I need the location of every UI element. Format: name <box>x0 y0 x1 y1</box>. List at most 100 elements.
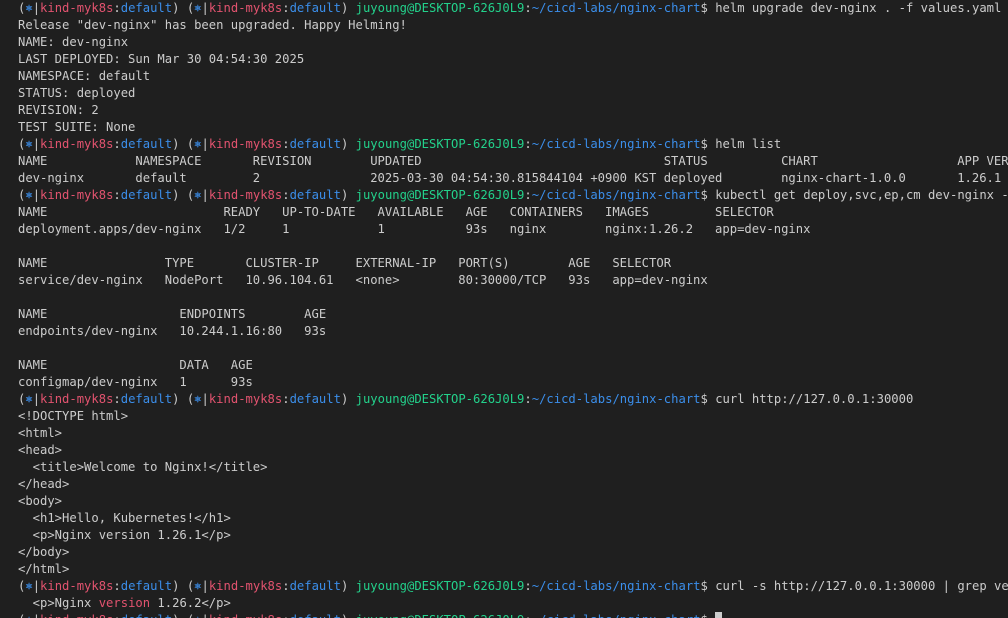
output-line: <html> <box>0 425 1008 442</box>
prompt-cluster: kind-myk8s <box>40 613 113 618</box>
kubernetes-helm-icon: ⎈ <box>25 579 33 593</box>
prompt-user-host: juyoung@DESKTOP-626J0L9 <box>355 579 525 593</box>
output-text: <title>Welcome to Nginx!</title> <box>18 460 268 474</box>
prompt-cluster: kind-myk8s <box>208 188 283 202</box>
prompt-user-host: juyoung@DESKTOP-626J0L9 <box>355 188 525 202</box>
prompt-separator: | <box>201 1 209 15</box>
output-text: <!DOCTYPE html> <box>18 409 129 423</box>
prompt-colon: : <box>524 137 532 151</box>
prompt-namespace: default <box>120 137 173 151</box>
output-line: </html> <box>0 561 1008 578</box>
output-line: </head> <box>0 476 1008 493</box>
output-text: configmap/dev-nginx 1 93s <box>18 375 253 389</box>
command-text: helm upgrade dev-nginx . -f values.yaml <box>715 1 1002 15</box>
prompt-line: (⎈|kind-myk8s:default) (⎈|kind-myk8s:def… <box>0 391 1008 408</box>
prompt-colon: : <box>524 188 532 202</box>
prompt-namespace: default <box>289 392 341 406</box>
prompt-colon: : <box>113 613 120 618</box>
prompt-separator: | <box>32 392 41 406</box>
output-text: NAME ENDPOINTS AGE <box>18 307 327 321</box>
output-text: <head> <box>18 443 63 457</box>
prompt-separator: | <box>202 613 209 618</box>
prompt-path: ~/cicd-labs/nginx-chart <box>531 137 701 151</box>
output-text: LAST DEPLOYED: Sun Mar 30 04:54:30 2025 <box>18 52 305 66</box>
output-line: deployment.apps/dev-nginx 1/2 1 1 93s ng… <box>0 221 1008 238</box>
kubernetes-helm-icon: ⎈ <box>25 137 33 151</box>
prompt-namespace: default <box>121 613 172 618</box>
output-line: TEST SUITE: None <box>0 119 1008 136</box>
output-text: NAME: dev-nginx <box>18 35 129 49</box>
output-text: </html> <box>18 562 70 576</box>
prompt-dollar: $ <box>700 188 716 202</box>
output-line: NAMESPACE: default <box>0 68 1008 85</box>
prompt-namespace: default <box>120 188 173 202</box>
prompt-colon: : <box>524 392 532 406</box>
prompt-line: (⎈|kind-myk8s:default) (⎈|kind-myk8s:def… <box>0 0 1008 17</box>
prompt-colon: : <box>282 1 290 15</box>
output-text: REVISION: 2 <box>18 103 99 117</box>
prompt-cluster: kind-myk8s <box>208 392 283 406</box>
prompt-dollar: $ <box>700 137 716 151</box>
text-cursor <box>715 612 723 618</box>
prompt-namespace: default <box>290 613 341 618</box>
prompt-dollar: $ <box>700 1 716 15</box>
prompt-separator: | <box>201 188 209 202</box>
prompt-namespace: default <box>289 579 341 593</box>
prompt-colon: : <box>113 579 121 593</box>
prompt-line: (⎈|kind-myk8s:default) (⎈|kind-myk8s:def… <box>0 136 1008 153</box>
prompt-colon: : <box>282 137 290 151</box>
output-text: NAME READY UP-TO-DATE AVAILABLE AGE CONT… <box>18 205 774 219</box>
output-line: <head> <box>0 442 1008 459</box>
output-line: </body> <box>0 544 1008 561</box>
output-text: NAME NAMESPACE REVISION UPDATED STATUS C… <box>18 154 1008 168</box>
output-text: 1.26.2</p> <box>150 596 231 610</box>
prompt-colon: : <box>282 579 290 593</box>
output-text: </head> <box>18 477 70 491</box>
kubernetes-helm-icon: ⎈ <box>25 613 32 618</box>
output-line: <!DOCTYPE html> <box>0 408 1008 425</box>
output-line: LAST DEPLOYED: Sun Mar 30 04:54:30 2025 <box>0 51 1008 68</box>
prompt-namespace: default <box>289 188 341 202</box>
terminal-window[interactable]: (⎈|kind-myk8s:default) (⎈|kind-myk8s:def… <box>0 0 1008 618</box>
prompt-namespace: default <box>120 579 173 593</box>
prompt-separator: | <box>32 579 41 593</box>
output-text: dev-nginx default 2 2025-03-30 04:54:30.… <box>18 171 1002 185</box>
prompt-namespace: default <box>120 392 173 406</box>
output-line: NAME TYPE CLUSTER-IP EXTERNAL-IP PORT(S)… <box>0 255 1008 272</box>
prompt-cluster: kind-myk8s <box>208 137 283 151</box>
prompt-colon: : <box>113 137 121 151</box>
output-line: NAME: dev-nginx <box>0 34 1008 51</box>
prompt-separator: | <box>201 137 209 151</box>
output-text: endpoints/dev-nginx 10.244.1.16:80 93s <box>18 324 327 338</box>
command-text: kubectl get deploy,svc,ep,cm dev-nginx -… <box>715 188 1008 202</box>
output-line: NAME NAMESPACE REVISION UPDATED STATUS C… <box>0 153 1008 170</box>
prompt-colon: : <box>282 392 290 406</box>
prompt-separator: | <box>32 1 41 15</box>
output-text: deployment.apps/dev-nginx 1/2 1 1 93s ng… <box>18 222 811 236</box>
output-line: Release "dev-nginx" has been upgraded. H… <box>0 17 1008 34</box>
prompt-line: (⎈|kind-myk8s:default) (⎈|kind-myk8s:def… <box>0 187 1008 204</box>
prompt-dollar: $ <box>701 613 716 618</box>
prompt-namespace: default <box>289 1 341 15</box>
output-line: endpoints/dev-nginx 10.244.1.16:80 93s <box>0 323 1008 340</box>
prompt-path: ~/cicd-labs/nginx-chart <box>531 188 701 202</box>
output-line: configmap/dev-nginx 1 93s <box>0 374 1008 391</box>
prompt-cluster: kind-myk8s <box>208 579 283 593</box>
prompt-dollar: $ <box>700 392 716 406</box>
prompt-path: ~/cicd-labs/nginx-chart <box>531 392 701 406</box>
output-line: NAME ENDPOINTS AGE <box>0 306 1008 323</box>
output-text: <html> <box>18 426 63 440</box>
output-text: TEST SUITE: None <box>18 120 136 134</box>
kubernetes-helm-icon: ⎈ <box>194 137 202 151</box>
kubernetes-helm-icon: ⎈ <box>194 579 202 593</box>
output-line: REVISION: 2 <box>0 102 1008 119</box>
kubernetes-helm-icon: ⎈ <box>25 1 33 15</box>
